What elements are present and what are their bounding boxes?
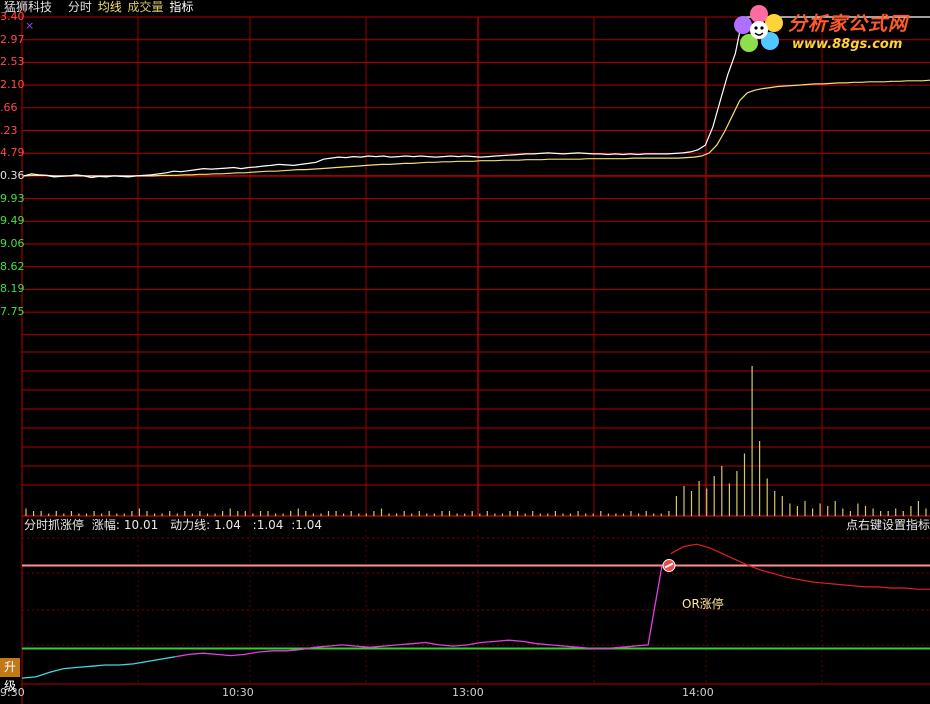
price-tick-label: 9.93	[0, 191, 25, 205]
tab-avg-line[interactable]: 均线	[98, 0, 122, 14]
tab-indicator[interactable]: 指标	[169, 0, 193, 14]
tab-volume[interactable]: 成交量	[128, 0, 164, 14]
logo: 分析家公式网 www.88gs.com	[732, 3, 928, 59]
chart-grid	[0, 0, 930, 704]
price-tick-label: .66	[0, 100, 18, 114]
indicator-lines	[21, 543, 930, 679]
chart-header: 猛狮科技 分时 均线 成交量 指标	[4, 0, 195, 16]
signal-label: OR涨停	[682, 597, 724, 611]
upgrade-button[interactable]: 升级	[0, 658, 20, 693]
dl-value: 1.04	[214, 518, 241, 532]
avg-line-path	[23, 79, 930, 177]
time-tick-label: 13:00	[452, 686, 484, 699]
dl-label: 动力线:	[170, 518, 211, 532]
zf-line	[670, 543, 930, 590]
price-tick-label: 9.06	[0, 237, 25, 250]
price-tick-label: 9.49	[0, 214, 25, 228]
time-tick-label: 14:00	[682, 686, 714, 699]
logo-name: 分析家公式网	[788, 13, 909, 35]
price-tick-label: 2.10	[0, 78, 25, 92]
indicator-header: 分时抓涨停 涨幅: 10.01 动力线: 1.04 :1.04 :1.04	[24, 518, 326, 533]
logo-url[interactable]: www.88gs.com	[792, 37, 902, 52]
flower-logo-icon	[734, 5, 783, 52]
avg-price-line	[23, 79, 930, 177]
intraday-chart[interactable]	[0, 0, 930, 704]
zf-value: 10.01	[123, 518, 159, 532]
indicator-value-3: :1.04	[291, 518, 323, 532]
price-tick-label: .23	[0, 123, 18, 137]
price-tick-label: 8.19	[0, 282, 25, 296]
dl-line	[174, 565, 663, 658]
price-tick-label: 8.62	[0, 259, 25, 273]
tab-intraday[interactable]: 分时	[68, 0, 92, 14]
price-tick-label: 4.79	[0, 146, 25, 160]
indicator-title: 分时抓涨停	[24, 518, 85, 532]
price-tick-label: 2.53	[0, 55, 25, 69]
time-tick-label: 10:30	[222, 686, 254, 699]
volume-bars	[25, 366, 927, 516]
price-tick-label: 7.75	[0, 305, 25, 319]
price-tick-label: 0.36	[0, 168, 25, 182]
price-tick-label: 3.40	[0, 10, 25, 23]
close-marker-icon[interactable]: ×	[25, 20, 34, 32]
indicator-value-2: :1.04	[252, 518, 284, 532]
settings-hint[interactable]: 点右键设置指标	[846, 518, 930, 533]
price-tick-label: 2.97	[0, 32, 25, 46]
signal-dot-icon	[662, 559, 676, 573]
dl-line-start	[21, 656, 176, 679]
zf-label: 涨幅:	[91, 518, 120, 532]
